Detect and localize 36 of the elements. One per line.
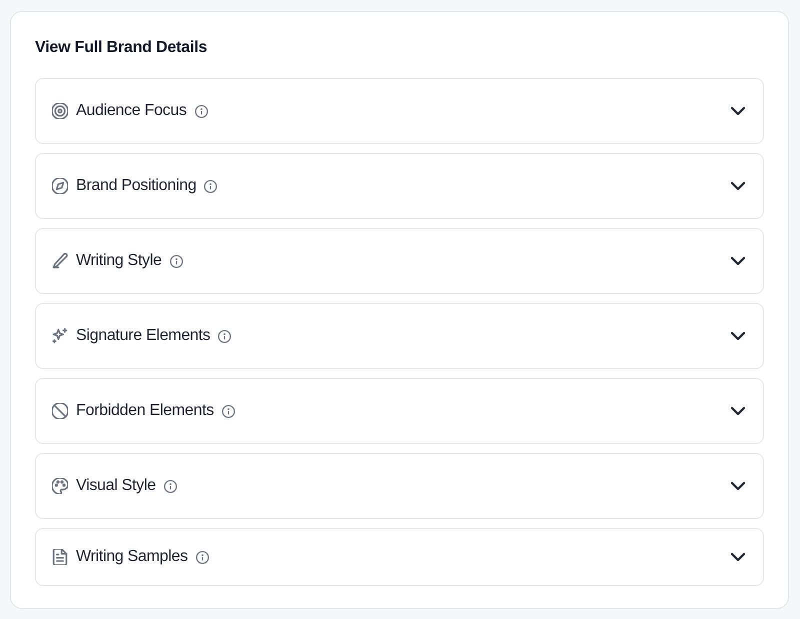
accordion-section[interactable]: Signature Elements bbox=[35, 303, 764, 369]
accordion-section[interactable]: Forbidden Elements bbox=[35, 378, 764, 444]
info-icon[interactable] bbox=[218, 330, 232, 342]
section-label: Writing Samples bbox=[76, 548, 188, 566]
section-label: Writing Style bbox=[76, 252, 162, 270]
info-icon[interactable] bbox=[170, 254, 183, 268]
document-icon bbox=[52, 549, 68, 565]
section-label: Audience Focus bbox=[76, 102, 187, 120]
info-icon[interactable] bbox=[222, 404, 235, 418]
section-label: Signature Elements bbox=[76, 327, 210, 345]
pencil-icon bbox=[52, 253, 68, 269]
accordion-section[interactable]: Visual Style bbox=[35, 453, 764, 519]
target-icon bbox=[52, 103, 68, 119]
chevron-icon[interactable] bbox=[731, 254, 745, 268]
section-label: Forbidden Elements bbox=[76, 402, 214, 420]
palette-icon bbox=[52, 478, 68, 494]
info-icon[interactable] bbox=[194, 104, 208, 118]
chevron-icon[interactable] bbox=[731, 404, 745, 418]
compass-icon bbox=[52, 178, 68, 194]
chevron-icon[interactable] bbox=[731, 550, 745, 564]
chevron-icon[interactable] bbox=[731, 329, 745, 343]
chevron-icon[interactable] bbox=[731, 104, 745, 118]
ban-icon bbox=[52, 403, 68, 419]
info-icon[interactable] bbox=[164, 480, 177, 492]
chevron-icon[interactable] bbox=[731, 479, 745, 493]
chevron-icon[interactable] bbox=[731, 179, 745, 193]
section-label: Brand Positioning bbox=[76, 177, 196, 195]
accordion-section[interactable]: Writing Samples bbox=[35, 528, 764, 586]
info-icon[interactable] bbox=[204, 180, 218, 192]
accordion-section[interactable]: Audience Focus bbox=[35, 78, 764, 144]
sparkles-icon bbox=[52, 328, 68, 344]
accordion-section[interactable]: Brand Positioning bbox=[35, 153, 764, 219]
accordion-section[interactable]: Writing Style bbox=[35, 228, 764, 294]
panel-title: View Full Brand Details bbox=[35, 38, 208, 58]
info-icon[interactable] bbox=[196, 550, 209, 564]
section-label: Visual Style bbox=[76, 477, 156, 495]
